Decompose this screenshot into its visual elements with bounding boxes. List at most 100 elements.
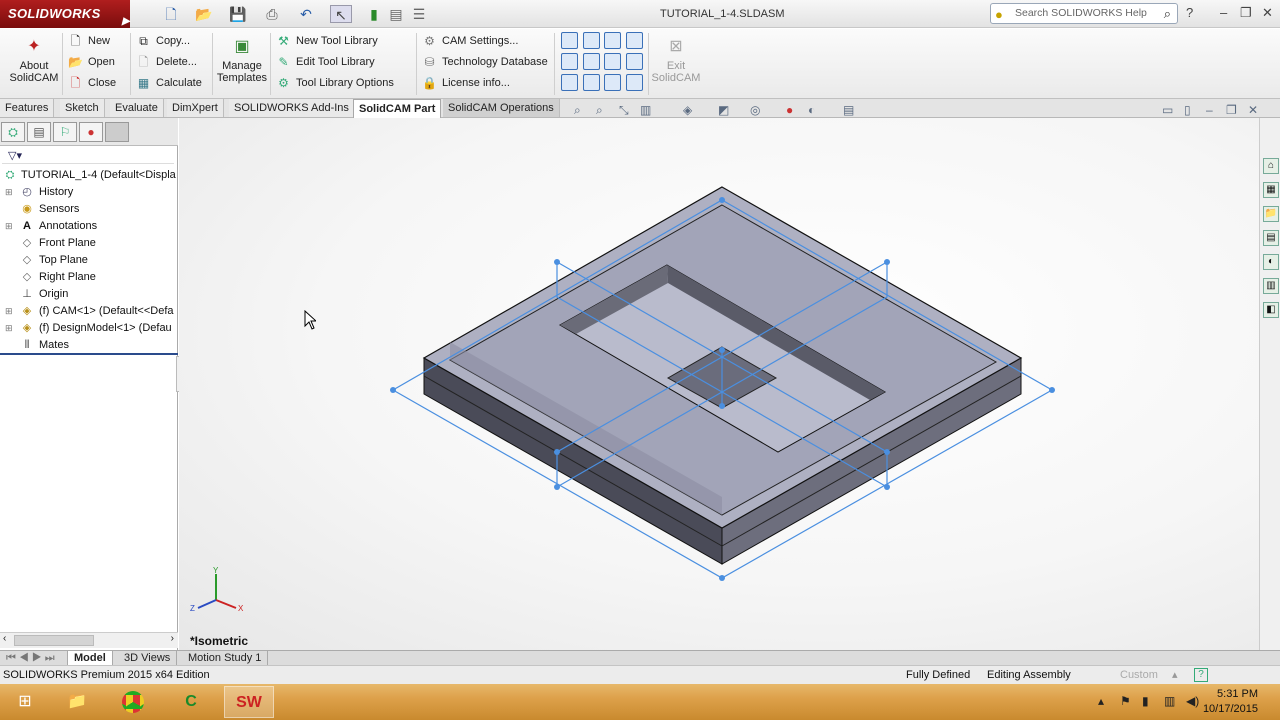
camtasia-icon[interactable]: C	[166, 686, 216, 718]
view-tool-icon[interactable]	[583, 74, 600, 91]
display-manager-tab-icon[interactable]: ●	[79, 122, 103, 142]
tab-scroll-arrows[interactable]: ⏮ ◀ ▶ ⏭	[0, 651, 68, 666]
undo-icon[interactable]: ↶	[295, 5, 317, 23]
tab-solidcam-part[interactable]: SolidCAM Part	[353, 99, 442, 118]
tile-horizontal-icon[interactable]: ▭	[1162, 103, 1173, 117]
tree-item-front-plane[interactable]: ◇ Front Plane	[0, 235, 176, 252]
solidcam-pane-icon[interactable]: ◧	[1263, 302, 1279, 318]
tab-model[interactable]: Model	[68, 651, 113, 666]
doc-minimize-icon[interactable]: –	[1206, 103, 1213, 117]
delete-button[interactable]: 🗋 Delete...	[134, 52, 197, 72]
view-tool-icon[interactable]	[626, 53, 643, 70]
appearance-icon[interactable]: ●	[786, 103, 793, 117]
units-selector[interactable]: Custom	[1120, 666, 1158, 684]
cam-settings-button[interactable]: ⚙ CAM Settings...	[420, 31, 518, 51]
view-tool-icon[interactable]	[626, 32, 643, 49]
appearances-icon[interactable]: ◐	[1263, 254, 1279, 270]
power-icon[interactable]: ▮	[1142, 694, 1149, 708]
tree-item-origin[interactable]: ⊥ Origin	[0, 286, 176, 303]
doc-restore-icon[interactable]: ❐	[1226, 103, 1237, 117]
network-icon[interactable]: ▥	[1164, 694, 1175, 708]
new-tool-library-button[interactable]: ⚒ New Tool Library	[274, 31, 378, 51]
close-button[interactable]: 🗋 Close	[66, 73, 116, 93]
tab-solidcam-operations[interactable]: SolidCAM Operations	[443, 99, 560, 117]
hide-show-icon[interactable]: ◎	[750, 103, 760, 117]
tree-root[interactable]: ⛭ TUTORIAL_1-4 (Default<Displa	[0, 167, 176, 184]
open-folder-icon[interactable]: 📂	[193, 5, 215, 23]
doc-close-icon[interactable]: ✕	[1248, 103, 1258, 117]
select-pointer-icon[interactable]: ↖	[330, 5, 352, 23]
scene-icon[interactable]: ◐	[808, 103, 815, 117]
windows-start-icon[interactable]: ⊞	[0, 686, 50, 718]
tab-solidworks-addins[interactable]: SOLIDWORKS Add-Ins	[229, 99, 355, 117]
display-style-icon[interactable]: ◩	[718, 103, 729, 117]
rebuild-icon[interactable]: ▮	[363, 5, 385, 23]
zoom-area-icon[interactable]: ⌕	[596, 103, 603, 118]
tile-vertical-icon[interactable]: ▯	[1184, 103, 1191, 117]
tree-item-sensors[interactable]: ◉ Sensors	[0, 201, 176, 218]
tab-motion-study[interactable]: Motion Study 1	[182, 651, 269, 666]
exit-solidcam-button[interactable]: ⊠ Exit SolidCAM	[650, 37, 702, 84]
scroll-right-icon[interactable]: ›	[171, 633, 174, 644]
options-icon[interactable]: ☰	[408, 5, 430, 23]
view-tool-icon[interactable]	[561, 74, 578, 91]
action-center-icon[interactable]: ⚑	[1120, 694, 1131, 708]
volume-icon[interactable]: ◀)	[1186, 694, 1199, 708]
restore-button[interactable]: ❐	[1240, 6, 1252, 20]
new-document-icon[interactable]: 🗋	[160, 5, 182, 23]
horizontal-scrollbar[interactable]: ‹ ›	[0, 632, 178, 648]
tree-item-designmodel[interactable]: ⊞ ◈ (f) DesignModel<1> (Defau	[0, 320, 176, 337]
save-icon[interactable]: 💾	[227, 5, 249, 23]
tree-item-mates[interactable]: ⦀ Mates	[0, 337, 176, 354]
view-orientation-icon[interactable]: ◈	[683, 103, 692, 117]
tree-item-top-plane[interactable]: ◇ Top Plane	[0, 252, 176, 269]
tree-item-right-plane[interactable]: ◇ Right Plane	[0, 269, 176, 286]
custom-properties-icon[interactable]: ▥	[1263, 278, 1279, 294]
tab-features[interactable]: Features	[0, 99, 55, 117]
tree-item-history[interactable]: ⊞ ◴ History	[0, 184, 176, 201]
close-window-button[interactable]: ✕	[1262, 6, 1273, 20]
tab-evaluate[interactable]: Evaluate	[110, 99, 164, 117]
section-view-icon[interactable]: ▥	[640, 103, 651, 117]
manage-templates-button[interactable]: ▣ Manage Templates	[216, 37, 268, 84]
previous-view-icon[interactable]: ⤡	[619, 103, 629, 118]
about-solidcam-button[interactable]: ✦ About SolidCAM	[6, 37, 62, 84]
new-button[interactable]: 🗋 New	[66, 31, 110, 51]
license-info-button[interactable]: 🔒 License info...	[420, 73, 510, 93]
view-tool-icon[interactable]	[561, 32, 578, 49]
tray-expand-icon[interactable]: ▴	[1098, 694, 1104, 708]
search-icon[interactable]: ⌕	[1164, 4, 1171, 23]
view-tool-icon[interactable]	[604, 53, 621, 70]
open-button[interactable]: 📂 Open	[66, 52, 115, 72]
print-icon[interactable]: ⎙	[261, 5, 283, 23]
view-tool-icon[interactable]	[583, 32, 600, 49]
filter-icon[interactable]: ▽▾	[2, 148, 174, 164]
view-palette-icon[interactable]: ▤	[1263, 230, 1279, 246]
help-icon[interactable]: ?	[1186, 6, 1193, 20]
file-properties-icon[interactable]: ▤	[385, 5, 407, 23]
scroll-left-icon[interactable]: ‹	[3, 633, 6, 644]
view-tool-icon[interactable]	[604, 32, 621, 49]
solidworks-logo[interactable]: SOLIDWORKS ▶	[0, 0, 130, 28]
feature-tree-tab-icon[interactable]: ⛭	[1, 122, 25, 142]
graphics-area[interactable]	[179, 118, 1259, 650]
view-tool-icon[interactable]	[561, 53, 578, 70]
scrollbar-thumb[interactable]	[14, 635, 94, 646]
configuration-manager-tab-icon[interactable]: ⚐	[53, 122, 77, 142]
property-manager-tab-icon[interactable]: ▤	[27, 122, 51, 142]
minimize-button[interactable]: –	[1220, 6, 1227, 20]
edit-tool-library-button[interactable]: ✎ Edit Tool Library	[274, 52, 374, 72]
view-tool-icon[interactable]	[626, 74, 643, 91]
units-dropdown-icon[interactable]: ▴	[1172, 666, 1178, 684]
view-tool-icon[interactable]	[583, 53, 600, 70]
view-settings-icon[interactable]: ▤	[843, 103, 854, 117]
tab-sketch[interactable]: Sketch	[60, 99, 105, 117]
file-explorer-taskbar-icon[interactable]: 📁	[52, 686, 102, 718]
tree-item-annotations[interactable]: ⊞ A Annotations	[0, 218, 176, 235]
tab-dimxpert[interactable]: DimXpert	[167, 99, 224, 117]
tab-3d-views[interactable]: 3D Views	[118, 651, 178, 666]
zoom-to-fit-icon[interactable]: ⌕	[574, 103, 581, 118]
solidworks-taskbar-icon[interactable]: SW	[224, 686, 274, 718]
help-pane-icon[interactable]: ?	[1194, 668, 1208, 682]
copy-button[interactable]: ⧉ Copy...	[134, 31, 190, 51]
